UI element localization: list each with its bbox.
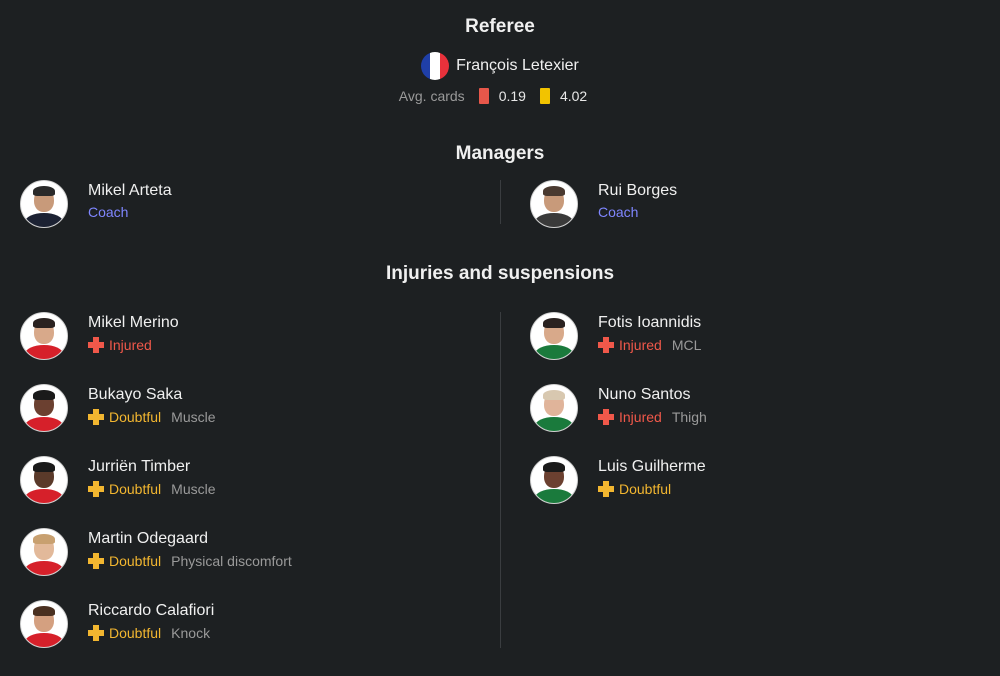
player-name: Martin Odegaard	[88, 530, 209, 547]
yellow-cards-value: 4.02	[559, 88, 588, 104]
injury-player-row[interactable]: Fotis Ioannidis Injured MCL	[530, 312, 701, 360]
doubtful-cross-icon	[88, 625, 104, 641]
status-label: Doubtful	[109, 625, 162, 641]
injury-detail: MCL	[671, 337, 702, 353]
doubtful-cross-icon	[88, 553, 104, 569]
injuries-divider	[500, 312, 501, 648]
injured-cross-icon	[88, 337, 104, 353]
avatar	[530, 312, 578, 360]
injury-detail: Thigh	[671, 409, 707, 425]
red-cards-value: 0.19	[498, 88, 526, 104]
status-label: Injured	[619, 409, 662, 425]
status-label: Doubtful	[109, 481, 162, 497]
doubtful-cross-icon	[88, 481, 104, 497]
injury-detail: Physical discomfort	[171, 553, 292, 569]
avg-cards-row: Avg. cards 0.19 4.02	[0, 88, 1000, 104]
manager-name: Mikel Arteta	[88, 182, 172, 199]
injury-player-row[interactable]: Jurriën Timber Doubtful Muscle	[20, 456, 216, 504]
player-name: Fotis Ioannidis	[598, 314, 702, 331]
injury-player-row[interactable]: Bukayo Saka Doubtful Muscle	[20, 384, 216, 432]
red-card-icon	[478, 88, 489, 104]
injured-cross-icon	[598, 337, 614, 353]
france-flag-icon	[421, 52, 450, 80]
avatar	[530, 456, 578, 504]
manager-name: Rui Borges	[598, 182, 678, 199]
player-name: Mikel Merino	[88, 314, 179, 331]
avatar	[20, 600, 68, 648]
injury-detail: Muscle	[171, 409, 216, 425]
managers-divider	[500, 180, 501, 224]
referee-name: François Letexier	[456, 57, 579, 74]
player-name: Luis Guilherme	[598, 458, 706, 475]
injury-player-row[interactable]: Mikel Merino Injured	[20, 312, 179, 360]
status-label: Injured	[619, 337, 662, 353]
injury-player-row[interactable]: Riccardo Calafiori Doubtful Knock	[20, 600, 214, 648]
avatar	[530, 384, 578, 432]
manager-home[interactable]: Mikel Arteta Coach	[20, 180, 172, 228]
injury-player-row[interactable]: Nuno Santos Injured Thigh	[530, 384, 707, 432]
avatar	[20, 528, 68, 576]
managers-title: Managers	[455, 143, 545, 164]
injury-player-row[interactable]: Luis Guilherme Doubtful	[530, 456, 706, 504]
player-name: Nuno Santos	[598, 386, 691, 403]
injuries-title: Injuries and suspensions	[385, 263, 615, 284]
avatar	[530, 180, 578, 228]
status-label: Doubtful	[619, 481, 672, 497]
avatar	[20, 180, 68, 228]
referee-title: Referee	[465, 16, 535, 37]
doubtful-cross-icon	[88, 409, 104, 425]
manager-role: Coach	[88, 204, 129, 220]
injury-detail: Muscle	[171, 481, 216, 497]
avatar	[20, 312, 68, 360]
status-label: Injured	[109, 337, 152, 353]
avg-cards-label: Avg. cards	[398, 88, 465, 104]
player-name: Jurriën Timber	[88, 458, 191, 475]
injured-cross-icon	[598, 409, 614, 425]
injury-player-row[interactable]: Martin Odegaard Doubtful Physical discomfo…	[20, 528, 292, 576]
manager-away[interactable]: Rui Borges Coach	[530, 180, 677, 228]
referee-row[interactable]: François Letexier	[0, 52, 1000, 80]
manager-role: Coach	[598, 204, 639, 220]
yellow-card-icon	[539, 88, 550, 104]
doubtful-cross-icon	[598, 481, 614, 497]
avatar	[20, 456, 68, 504]
player-name: Bukayo Saka	[88, 386, 183, 403]
avatar	[20, 384, 68, 432]
status-label: Doubtful	[109, 553, 162, 569]
injury-detail: Knock	[171, 625, 211, 641]
status-label: Doubtful	[109, 409, 162, 425]
player-name: Riccardo Calafiori	[88, 602, 215, 619]
